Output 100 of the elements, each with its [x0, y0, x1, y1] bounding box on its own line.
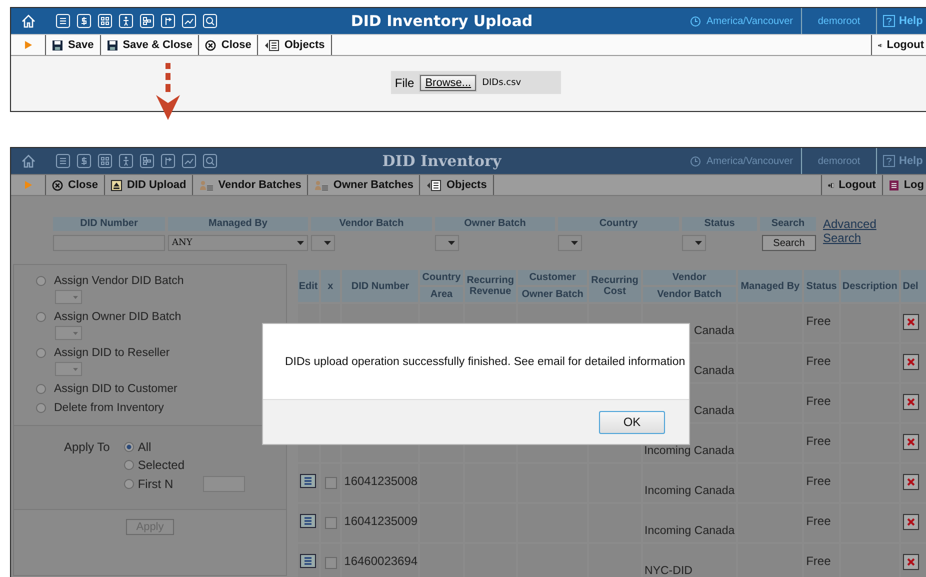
option-label: Assign Owner DID Batch [54, 311, 182, 323]
clock-icon [690, 156, 702, 166]
clock-icon [690, 16, 702, 26]
toolbar-button[interactable]: Save & Close [100, 35, 200, 55]
column-header: Country [420, 270, 463, 285]
option-label: Selected [138, 458, 185, 472]
checkbox[interactable] [324, 557, 337, 569]
delete-icon[interactable] [902, 394, 919, 410]
did-number: 16041235008 [344, 474, 418, 488]
help-text[interactable]: Help [899, 15, 923, 27]
column-header: Vendor Batch [311, 217, 432, 231]
toolbar-button[interactable]: Vendor Batches [193, 175, 308, 195]
person-icon[interactable] [119, 154, 133, 168]
radio-button[interactable] [124, 460, 134, 470]
ok-button[interactable]: OK [599, 410, 665, 434]
down-arrow [154, 63, 182, 121]
column-header: Vendor [642, 270, 736, 285]
column-header: Description [841, 270, 899, 302]
window-title: DID Inventory Upload [350, 12, 534, 30]
vendor-batch: Canada [694, 404, 734, 419]
delete-icon[interactable] [902, 434, 919, 450]
filter-dropdown[interactable]: ANY [168, 235, 308, 251]
blocks-icon[interactable] [140, 154, 154, 168]
timezone-text[interactable]: America/Vancouver [706, 16, 793, 26]
vendor-batch: Canada [694, 324, 734, 339]
help-icon [883, 155, 895, 167]
toolbar-button[interactable]: Save [45, 35, 101, 55]
grid-icon[interactable] [98, 154, 112, 168]
window-title: DID Inventory [381, 152, 503, 170]
filter-dropdown[interactable] [558, 235, 582, 251]
column-header: Recurring Cost [589, 270, 641, 302]
column-header: DID Number [342, 270, 418, 302]
vendor-batch: Incoming Canada [644, 484, 734, 499]
play-icon[interactable] [24, 41, 32, 49]
radio-button[interactable] [36, 276, 46, 286]
dropdown-value[interactable]: ANY [172, 238, 192, 248]
logout-button[interactable]: Logout [871, 35, 926, 55]
advanced-search-link[interactable]: Advanced Search [823, 217, 875, 245]
column-header: Managed By [168, 217, 308, 231]
search-button[interactable]: Search [762, 235, 816, 251]
list-icon[interactable] [56, 154, 70, 168]
status-text: Free [806, 314, 831, 328]
edit-icon[interactable] [300, 474, 316, 488]
filter-dropdown[interactable] [311, 235, 335, 251]
delete-icon[interactable] [902, 354, 919, 370]
column-header: Customer [518, 270, 588, 285]
toolbar-button[interactable]: Close [199, 35, 258, 55]
checkbox[interactable] [324, 517, 337, 529]
log-button[interactable]: Log [882, 175, 926, 195]
delete-icon[interactable] [902, 554, 919, 570]
search-icon[interactable] [203, 154, 217, 168]
caret-icon [448, 241, 455, 245]
objects-icon [264, 40, 280, 50]
radio-button[interactable] [36, 384, 46, 394]
toolbar-button[interactable]: Objects [420, 175, 494, 195]
logout-button[interactable]: Logout [820, 175, 883, 195]
filter-dropdown[interactable] [435, 235, 459, 251]
column-header: Del [900, 270, 926, 302]
column-header: DID Number [53, 217, 165, 231]
edit-icon[interactable] [300, 554, 316, 568]
radio-button[interactable] [36, 348, 46, 358]
option-label: Assign DID to Reseller [54, 347, 170, 359]
caret-icon [297, 241, 304, 245]
option-label: First N [138, 477, 174, 491]
option-label: Delete from Inventory [54, 402, 164, 414]
column-header: Owner Batch [435, 217, 555, 231]
edit-icon[interactable] [300, 514, 316, 528]
number-input[interactable] [203, 476, 246, 492]
column-header: Recurring Revenue [464, 270, 516, 302]
column-header: Vendor Batch [642, 287, 736, 302]
dollar-icon[interactable] [77, 154, 91, 168]
status-text: Free [806, 554, 831, 568]
delete-icon[interactable] [902, 474, 919, 490]
help-link[interactable]: Help [877, 8, 926, 34]
option-label: Assign Vendor DID Batch [54, 275, 184, 287]
caret-icon [324, 241, 331, 245]
home-icon[interactable] [21, 154, 36, 168]
radio-button[interactable] [124, 442, 134, 452]
delete-icon[interactable] [902, 314, 919, 330]
browse-button[interactable]: Browse... [420, 74, 476, 90]
status-text: Free [806, 474, 831, 488]
column-header: Country [558, 217, 679, 231]
vendor-batch: Incoming Canada [644, 444, 734, 459]
people-icon [314, 180, 328, 190]
delete-icon[interactable] [902, 514, 919, 530]
vendor-batch: Incoming Canada [644, 524, 734, 539]
cancel-icon [52, 180, 63, 190]
toolbar-button[interactable]: Close [45, 175, 105, 195]
toolbar-button[interactable]: DID Upload [104, 175, 194, 195]
column-header: Status [682, 217, 757, 231]
toolbar-button[interactable]: Owner Batches [308, 175, 420, 195]
filter-dropdown[interactable] [682, 235, 706, 251]
radio-button[interactable] [36, 403, 46, 413]
did-number: 16041235009 [344, 514, 418, 528]
radio-button[interactable] [124, 479, 134, 489]
caret-icon [695, 241, 702, 245]
toolbar-button[interactable]: Objects [258, 35, 332, 55]
chart-icon[interactable] [182, 154, 196, 168]
radio-button[interactable] [36, 312, 46, 322]
checkbox[interactable] [324, 477, 337, 489]
